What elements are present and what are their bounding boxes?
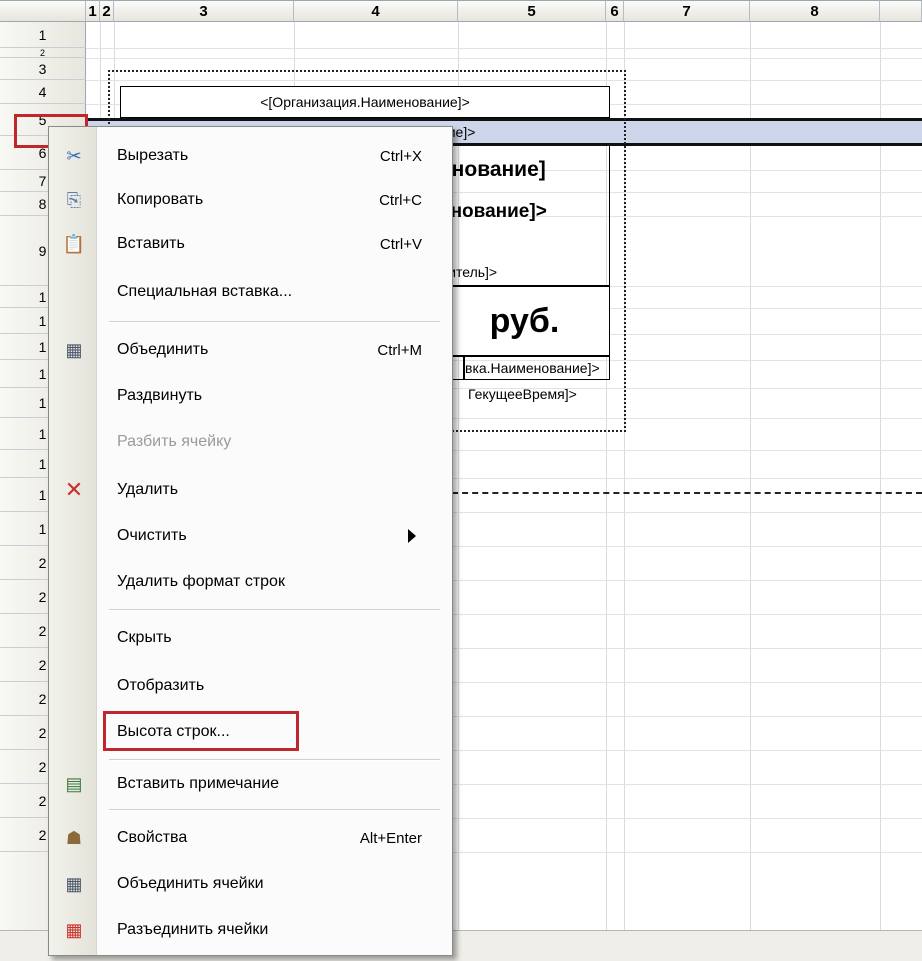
properties-icon: ☗	[65, 827, 83, 848]
column-header-5[interactable]: 5	[458, 0, 606, 22]
menu-item-merge[interactable]: ▦ Объединить Ctrl+M	[49, 329, 452, 371]
menu-item-paste[interactable]: 📋 Вставить Ctrl+V	[49, 223, 452, 265]
menu-item-label: Удалить	[117, 481, 179, 498]
manager-cell[interactable]: дитель]>	[440, 258, 610, 286]
row-height-highlight	[103, 711, 299, 751]
menu-item-label: Вставить	[117, 235, 185, 252]
menu-item-delete-row-format[interactable]: Удалить формат строк	[49, 561, 452, 603]
copy-icon: ⎘	[66, 189, 82, 210]
column-header-9[interactable]	[880, 0, 922, 22]
current-time-cell[interactable]: ГекущееВремя]>	[440, 382, 610, 406]
delete-icon: ✕	[64, 477, 84, 502]
row-header[interactable]: 2	[0, 48, 86, 58]
menu-item-shortcut: Ctrl+C	[379, 191, 422, 209]
unmerge-cells-icon: ▦	[65, 919, 83, 940]
menu-item-label: Отобразить	[117, 677, 205, 694]
org-name-cell[interactable]: <[Организация.Наименование]>	[120, 86, 610, 118]
menu-item-label: Специальная вставка...	[117, 283, 293, 300]
menu-item-label: Скрыть	[117, 629, 172, 646]
column-header-1[interactable]: 1	[86, 0, 100, 22]
menu-item-shortcut: Alt+Enter	[359, 829, 422, 847]
column-header-8[interactable]: 8	[750, 0, 880, 22]
menu-item-hide[interactable]: Скрыть	[49, 617, 452, 659]
menu-item-label: Раздвинуть	[117, 387, 203, 404]
menu-item-unmerge-cells[interactable]: ▦ Разъединить ячейки	[49, 909, 452, 951]
currency-cell[interactable]: руб.	[440, 286, 610, 356]
context-menu: ✂ Вырезать Ctrl+X ⎘ Копировать Ctrl+C 📋 …	[48, 126, 453, 956]
menu-item-expand[interactable]: Раздвинуть	[49, 375, 452, 417]
menu-item-label: Разъединить ячейки	[117, 921, 269, 938]
menu-item-label: Разбить ячейку	[117, 433, 232, 450]
menu-item-label: Очистить	[117, 527, 187, 544]
menu-item-paste-special[interactable]: Специальная вставка...	[49, 271, 452, 313]
page-break-line	[452, 492, 922, 494]
row4-cell[interactable]: ние]>	[440, 120, 610, 144]
menu-item-label: Удалить формат строк	[117, 573, 285, 590]
menu-item-label: Вставить примечание	[117, 775, 280, 792]
paste-icon: 📋	[62, 233, 86, 254]
menu-item-properties[interactable]: ☗ Свойства Alt+Enter	[49, 817, 452, 859]
corner-header[interactable]	[0, 0, 86, 22]
submenu-arrow-icon	[408, 529, 416, 543]
row-header[interactable]: 4	[0, 80, 86, 104]
menu-item-shortcut: Ctrl+M	[377, 341, 422, 359]
menu-item-label: Копировать	[117, 191, 204, 208]
price-type-cell[interactable]: вка.Наименование]>	[464, 356, 610, 380]
row-header[interactable]: 1	[0, 22, 86, 48]
column-header-6[interactable]: 6	[606, 0, 624, 22]
menu-item-insert-note[interactable]: ▤ Вставить примечание	[49, 763, 452, 805]
menu-item-label: Свойства	[117, 829, 188, 846]
menu-item-copy[interactable]: ⎘ Копировать Ctrl+C	[49, 179, 452, 221]
scissors-icon: ✂	[66, 145, 82, 166]
menu-item-split-cell[interactable]: Разбить ячейку	[49, 421, 452, 463]
menu-item-cut[interactable]: ✂ Вырезать Ctrl+X	[49, 135, 452, 177]
bold-name-cell[interactable]: енование]	[440, 150, 610, 190]
column-header-7[interactable]: 7	[624, 0, 750, 22]
menu-item-delete[interactable]: ✕ Удалить	[49, 469, 452, 511]
merge-cells-icon: ▦	[65, 873, 83, 894]
menu-item-show[interactable]: Отобразить	[49, 665, 452, 707]
menu-item-merge-cells[interactable]: ▦ Объединить ячейки	[49, 863, 452, 905]
column-header-4[interactable]: 4	[294, 0, 458, 22]
menu-item-label: Объединить	[117, 341, 209, 358]
column-header-2[interactable]: 2	[100, 0, 114, 22]
column-header-3[interactable]: 3	[114, 0, 294, 22]
row-header[interactable]: 3	[0, 58, 86, 80]
menu-item-clear[interactable]: Очистить	[49, 515, 452, 557]
menu-item-label: Объединить ячейки	[117, 875, 264, 892]
menu-item-label: Вырезать	[117, 147, 189, 164]
menu-item-shortcut: Ctrl+X	[379, 147, 422, 165]
bold-name-cell-2[interactable]: енование]>	[440, 190, 610, 234]
note-icon: ▤	[65, 773, 83, 794]
merge-icon: ▦	[65, 339, 83, 360]
menu-item-shortcut: Ctrl+V	[379, 235, 422, 253]
